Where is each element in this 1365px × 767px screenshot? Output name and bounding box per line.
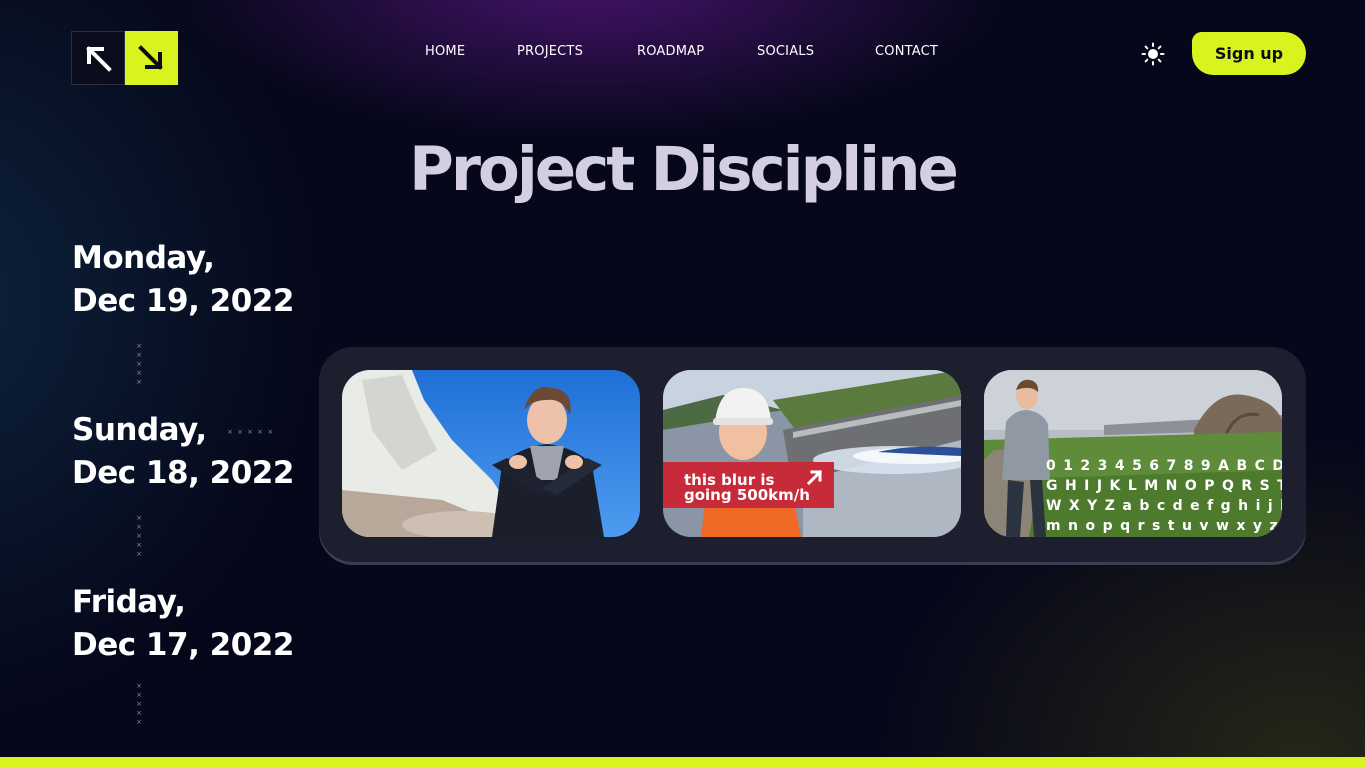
video-thumbnail[interactable]: this blur is going 500km/h	[663, 370, 961, 537]
video-thumbnail[interactable]	[342, 370, 640, 537]
signup-button[interactable]: Sign up	[1192, 32, 1306, 75]
character-row: G H I J K L M N O P Q R S T U V	[1046, 478, 1282, 494]
nav-home[interactable]: HOME	[425, 44, 465, 59]
timeline-day[interactable]: Sunday, Dec 18, 2022	[72, 409, 294, 495]
character-row: W X Y Z a b c d e f g h i j k l	[1046, 498, 1282, 514]
page-title: Project Discipline	[409, 134, 959, 205]
timeline-day[interactable]: Friday, Dec 17, 2022	[72, 581, 294, 667]
train-thumbnail	[663, 370, 961, 537]
day-weekday: Monday,	[72, 240, 215, 276]
sun-icon[interactable]	[1141, 42, 1165, 66]
character-row: m n o p q r s t u v w x y z -	[1046, 518, 1282, 534]
caption-line: going 500km/h	[684, 486, 810, 504]
nav-projects[interactable]: PROJECTS	[517, 44, 583, 59]
cliff-thumbnail	[342, 370, 640, 537]
bottom-accent-bar	[0, 757, 1365, 767]
day-date: Dec 18, 2022	[72, 455, 294, 491]
character-grid: 0 1 2 3 4 5 6 7 8 9 A B C D E F G H I J …	[1046, 456, 1282, 536]
nav-socials[interactable]: SOCIALS	[757, 44, 814, 59]
nav-contact[interactable]: CONTACT	[875, 44, 938, 59]
nav-roadmap[interactable]: ROADMAP	[637, 44, 704, 59]
timeline-pointer: × × × × ×	[227, 428, 275, 436]
day-date: Dec 17, 2022	[72, 627, 294, 663]
timeline-connector: × × × × ×	[136, 342, 142, 386]
day-weekday: Friday,	[72, 584, 186, 620]
day-date: Dec 19, 2022	[72, 283, 294, 319]
arrow-up-right-icon	[805, 467, 825, 487]
timeline-connector: × × × × ×	[136, 514, 142, 558]
video-strip: this blur is going 500km/h 0 1 2 3 4 5 6…	[319, 347, 1306, 562]
timeline-connector: × × × × ×	[136, 682, 142, 726]
timeline-day[interactable]: Monday, Dec 19, 2022	[72, 237, 294, 323]
video-thumbnail[interactable]: 0 1 2 3 4 5 6 7 8 9 A B C D E F G H I J …	[984, 370, 1282, 537]
character-row: 0 1 2 3 4 5 6 7 8 9 A B C D E F	[1046, 458, 1282, 474]
